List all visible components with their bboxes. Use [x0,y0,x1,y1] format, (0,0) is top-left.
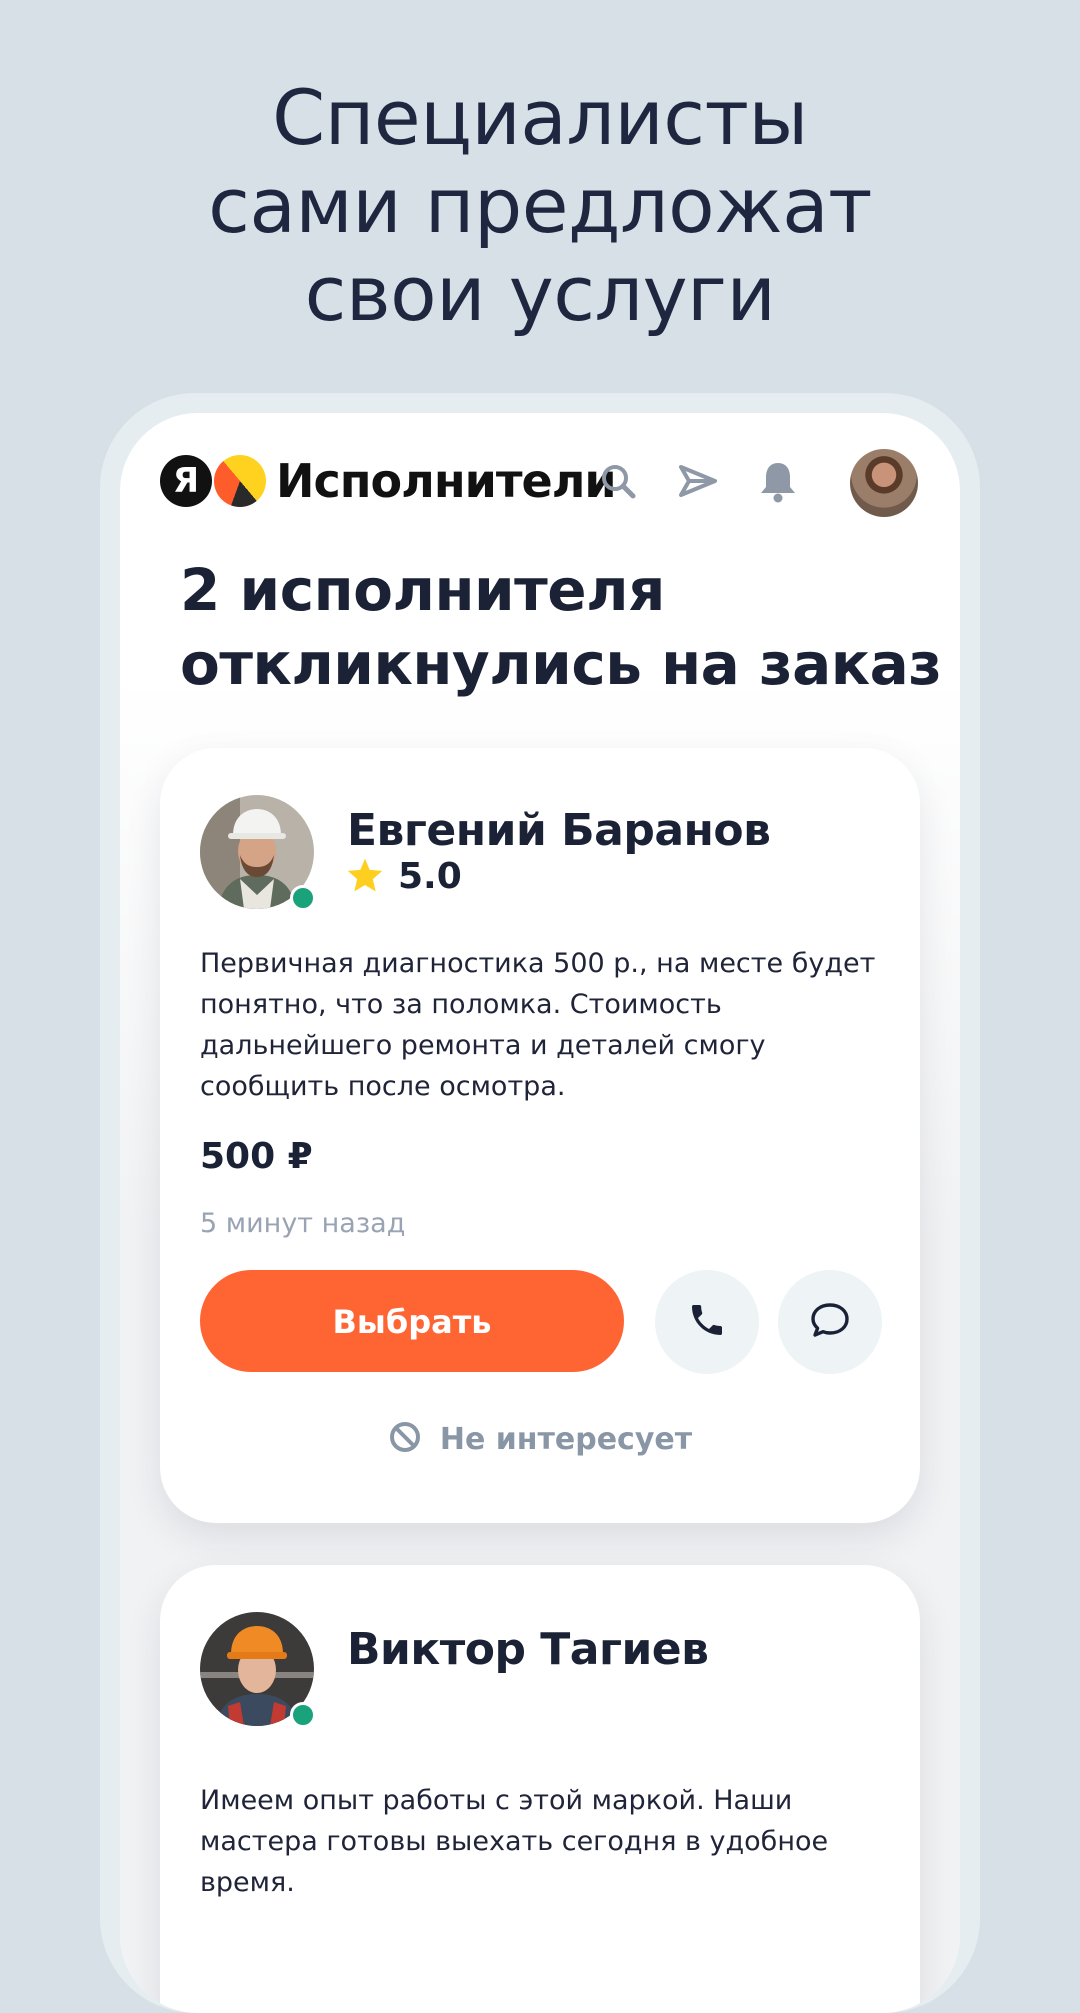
not-interested-button[interactable]: Не интересует [160,1420,920,1458]
promo-headline-line: Специалисты [272,73,808,162]
profile-avatar[interactable] [850,449,918,517]
star-icon [346,857,384,897]
offer-time: 5 минут назад [200,1208,406,1239]
yandex-logo[interactable]: Я [160,455,212,507]
offer-description: Первичная диагностика 500 р., на месте б… [200,943,900,1107]
offer-description-line: понятно, что за поломка. Стоимость [200,989,722,1020]
offer-description-line: мастера готовы выехать сегодня в удобное [200,1826,829,1857]
rating-value: 5.0 [398,856,462,897]
performer-name[interactable]: Евгений Баранов [347,804,771,858]
offer-description-line: время. [200,1867,295,1898]
app-name[interactable]: Исполнители [276,451,617,511]
offer-description-line: Первичная диагностика 500 р., на месте б… [200,948,876,979]
online-status-indicator [290,885,316,911]
offer-price: 500 ₽ [200,1136,313,1177]
promo-headline-line: сами предложат [208,161,872,250]
promo-headline-line: свои услуги [304,249,776,338]
performer-name[interactable]: Виктор Тагиев [347,1623,709,1677]
app-header: Я Исполнители [120,413,960,553]
bell-icon[interactable] [752,455,804,507]
page-title-line: откликнулись на заказ [180,630,942,698]
send-icon[interactable] [672,455,724,507]
page-title-line: 2 исполнителя [180,556,665,624]
page-title: 2 исполнителя откликнулись на заказ [180,553,942,701]
chat-bubble-icon [809,1300,851,1344]
phone-screen: Я Исполнители 2 исполнителя откликнулись… [120,413,960,2013]
offer-description: Имеем опыт работы с этой маркой. Наши ма… [200,1780,900,1903]
block-icon [388,1420,422,1458]
online-status-indicator [290,1702,316,1728]
offer-description-line: Имеем опыт работы с этой маркой. Наши [200,1785,793,1816]
search-icon[interactable] [592,455,644,507]
offer-description-line: дальнейшего ремонта и деталей смогу [200,1030,766,1061]
offer-card[interactable]: Виктор Тагиев Имеем опыт работы с этой м… [160,1565,920,2013]
not-interested-label: Не интересует [439,1421,693,1457]
performer-rating: 5.0 [346,856,462,897]
services-logo-icon [214,455,266,507]
offer-description-line: сообщить после осмотра. [200,1071,566,1102]
chat-button[interactable] [778,1270,882,1374]
call-button[interactable] [655,1270,759,1374]
phone-icon [687,1300,727,1344]
choose-button[interactable]: Выбрать [200,1270,624,1372]
promo-headline: Специалисты сами предложат свои услуги [0,74,1080,338]
offer-card[interactable]: Евгений Баранов 5.0 Первичная диагностик… [160,748,920,1523]
